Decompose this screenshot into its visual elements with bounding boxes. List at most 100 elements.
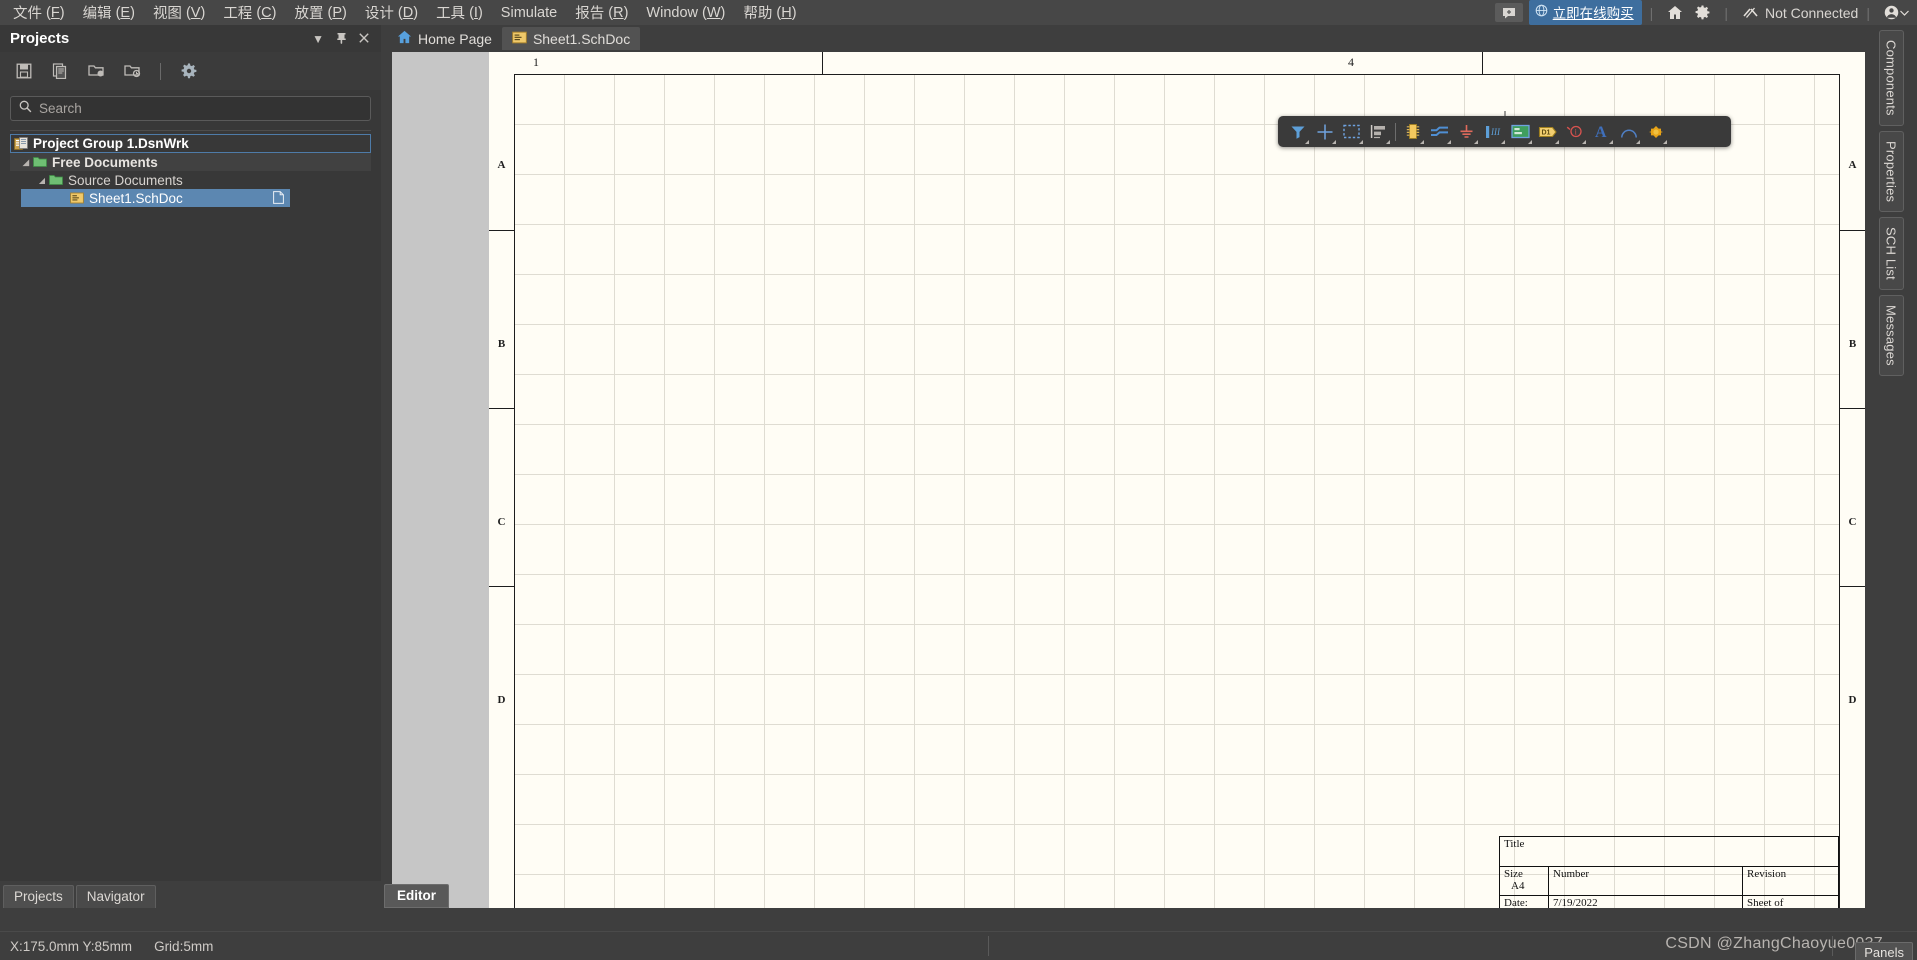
title-block-sheet-cell: Sheet of: [1743, 896, 1838, 908]
row-label-a: A: [1848, 159, 1857, 171]
menu-project[interactable]: 工程 (C): [214, 0, 285, 25]
component-icon[interactable]: [1399, 119, 1426, 145]
document-tab-home-page[interactable]: Home Page: [387, 27, 502, 50]
tree-item-label: Free Documents: [52, 154, 158, 170]
search-input[interactable]: [39, 101, 362, 116]
arc-icon[interactable]: [1615, 119, 1642, 145]
status-coordinates: X:175.0mm Y:85mm: [10, 938, 133, 954]
title-block[interactable]: Title Size A4 Number Revision Date: 7/19…: [1499, 836, 1839, 908]
watermark: CSDN @ZhangChaoyue0037: [1665, 935, 1883, 952]
tree-item-free-documents[interactable]: ◢ Free Documents: [10, 153, 371, 171]
title-block-title-label: Title: [1504, 838, 1525, 850]
sheet-symbol-icon[interactable]: [1507, 119, 1534, 145]
title-block-date-value-cell: 7/19/2022: [1549, 896, 1743, 908]
document-tab-sheet1-schdoc[interactable]: Sheet1.SchDoc: [501, 27, 641, 50]
menu-reports[interactable]: 报告 (R): [566, 0, 637, 25]
menu-edit-label: 编辑: [82, 6, 112, 22]
rail-tab-sch-list[interactable]: SCH List: [1878, 216, 1904, 290]
tree-item-project-group[interactable]: Project Group 1.DsnWrk: [10, 134, 371, 153]
row-divider: [489, 586, 514, 587]
panel-tab-navigator[interactable]: Navigator: [75, 885, 156, 908]
pin-icon[interactable]: [336, 32, 347, 46]
chevron-down-icon[interactable]: [1900, 10, 1909, 16]
gear-icon[interactable]: [1695, 5, 1710, 20]
tree-item-source-documents[interactable]: ◢ Source Documents: [10, 171, 371, 189]
ground-icon[interactable]: [1453, 119, 1480, 145]
schematic-sheet: 1 4 A B C D A B C D Title Size A4 Number…: [392, 52, 1865, 908]
title-block-number-cell: Number: [1549, 867, 1743, 895]
menu-file-label: 文件: [13, 6, 42, 22]
status-grid: Grid:5mm: [154, 938, 214, 954]
rail-tab-components[interactable]: Components: [1878, 30, 1904, 126]
row-label-b: B: [1848, 338, 1857, 350]
dropdown-arrow-icon[interactable]: ▼: [312, 33, 324, 45]
row-label-a: A: [497, 159, 506, 171]
align-icon[interactable]: [1365, 119, 1392, 145]
menu-help[interactable]: 帮助 (H): [734, 0, 805, 25]
menu-design-label: 设计: [364, 6, 394, 22]
workspace-icon: [13, 136, 29, 151]
open-project-icon[interactable]: [86, 61, 106, 81]
menu-window[interactable]: Window (W): [637, 0, 734, 25]
search-box[interactable]: [10, 96, 371, 121]
svg-text:i: i: [1574, 128, 1577, 137]
port-icon[interactable]: III: [1480, 119, 1507, 145]
status-left-group: X:175.0mm Y:85mm Grid:5mm: [0, 939, 213, 954]
junction-icon[interactable]: [1642, 119, 1669, 145]
sheet-entry-icon[interactable]: D1: [1534, 119, 1561, 145]
menu-file[interactable]: 文件 (F): [4, 0, 74, 25]
filter-icon[interactable]: [1284, 119, 1311, 145]
buy-online-button[interactable]: 立即在线购买: [1528, 0, 1642, 25]
column-label-1: 1: [533, 55, 539, 69]
menu-help-label: 帮助: [743, 6, 773, 22]
menubar-divider-1: |: [1649, 4, 1654, 21]
svg-text:III: III: [1490, 127, 1501, 137]
menu-place[interactable]: 放置 (P): [286, 0, 356, 25]
editor-tab[interactable]: Editor: [384, 884, 449, 908]
schematic-canvas[interactable]: 1 4 A B C D A B C D Title Size A4 Number…: [381, 52, 1865, 908]
column-divider: [1482, 52, 1483, 74]
wire-icon[interactable]: [1426, 119, 1453, 145]
connection-icon: [1742, 6, 1759, 20]
compile-icon[interactable]: [50, 61, 70, 81]
menu-tools[interactable]: 工具 (I): [427, 0, 492, 25]
menu-design[interactable]: 设计 (D): [356, 0, 427, 25]
column-label-4: 4: [1348, 55, 1354, 69]
tree-item-sheet1-schdoc[interactable]: Sheet1.SchDoc: [21, 189, 290, 207]
menu-edit[interactable]: 编辑 (E): [74, 0, 144, 25]
chat-icon[interactable]: [1494, 3, 1523, 22]
altium-designer-window: 文件 (F) 编辑 (E) 视图 (V) 工程 (C) 放置 (P) 设计 (D…: [0, 0, 1917, 960]
text-icon[interactable]: A: [1588, 119, 1615, 145]
row-divider: [1840, 586, 1865, 587]
schematic-grid[interactable]: Title Size A4 Number Revision Date: 7/19…: [515, 74, 1839, 908]
row-label-d: D: [1848, 694, 1857, 706]
menu-edit-accel: E: [120, 4, 131, 21]
document-icon[interactable]: [273, 191, 284, 207]
crosshair-icon[interactable]: [1311, 119, 1338, 145]
editor-area: Home Page Sheet1.SchDoc 1 4 A B C D A B …: [381, 25, 1865, 908]
close-icon[interactable]: [359, 32, 369, 45]
menu-view[interactable]: 视图 (V): [144, 0, 214, 25]
open-folder-icon[interactable]: [122, 61, 142, 81]
account-icon[interactable]: [1884, 5, 1899, 20]
home-icon[interactable]: [1667, 5, 1683, 20]
row-divider: [1840, 408, 1865, 409]
save-icon[interactable]: [14, 61, 34, 81]
toolbar-drag-handle[interactable]: [1504, 111, 1505, 117]
chevron-expanded-icon[interactable]: ◢: [20, 158, 32, 167]
chevron-expanded-icon[interactable]: ◢: [36, 176, 48, 185]
rail-tab-properties[interactable]: Properties: [1878, 130, 1904, 212]
projects-panel-header: Projects ▼: [0, 25, 381, 52]
menubar-right-group: 立即在线购买 | | Not Connected |: [1494, 0, 1911, 25]
selection-icon[interactable]: [1338, 119, 1365, 145]
menu-simulate[interactable]: Simulate: [492, 0, 566, 25]
panels-button[interactable]: Panels: [1855, 942, 1913, 960]
tree-item-label: Project Group 1.DsnWrk: [33, 136, 189, 151]
no-erc-icon[interactable]: i: [1561, 119, 1588, 145]
gear-icon[interactable]: [179, 61, 199, 81]
globe-icon: [1535, 4, 1548, 20]
rail-tab-messages[interactable]: Messages: [1878, 294, 1904, 376]
right-panel-rail: Components Properties SCH List Messages: [1865, 25, 1917, 908]
menu-view-label: 视图: [152, 6, 182, 22]
panel-tab-projects[interactable]: Projects: [3, 885, 74, 908]
